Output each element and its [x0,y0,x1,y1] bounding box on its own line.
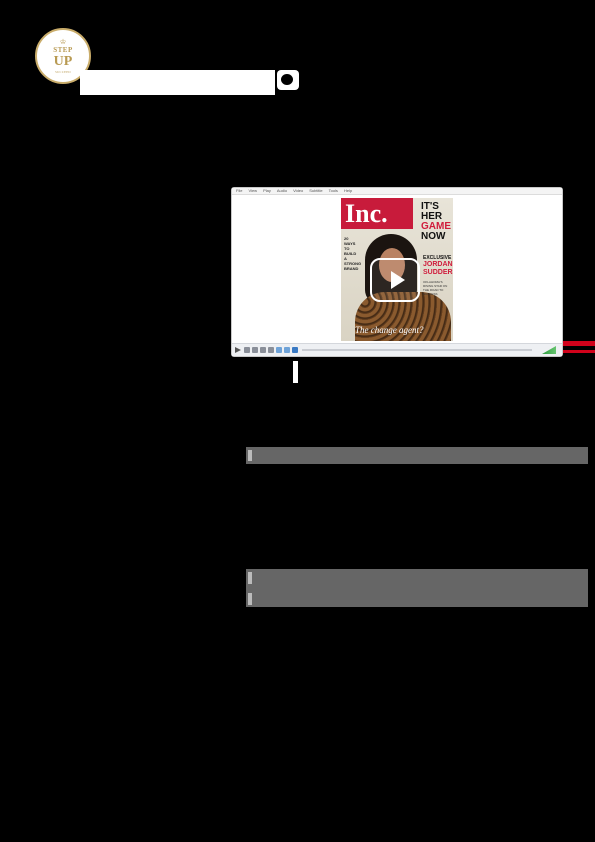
header-mark-icon [277,70,299,90]
caption-marker [293,361,298,383]
grey-bar-first-glyph [248,450,252,461]
cover-name: JORDAN SUDDERS [423,261,453,276]
menu-view[interactable]: View [248,189,257,193]
previous-icon[interactable] [244,347,250,353]
cover-tagline: The change agent? [355,325,424,335]
menu-play[interactable]: Play [263,189,271,193]
cover-left-column: 20 WAYS TO BUILD A STRONG BRAND [344,236,362,271]
shuffle-icon[interactable] [292,347,298,353]
stop-icon[interactable] [252,347,258,353]
red-accent-strip [563,341,595,346]
cover-headline-line4: NOW [421,231,446,242]
player-controls [232,343,562,356]
crown-icon: ♔ [59,37,67,46]
fullscreen-icon[interactable] [268,347,274,353]
volume-slider[interactable] [542,346,556,354]
header-strip [80,70,275,95]
logo-line-succeed: SUCCEED [55,69,71,74]
page: ♔ STEP UP SUCCEED File View Play Audio V… [0,0,595,842]
playlist-icon[interactable] [276,347,282,353]
next-icon[interactable] [260,347,266,353]
player-menubar: File View Play Audio Video Subtitle Tool… [232,188,562,195]
video-player[interactable]: File View Play Audio Video Subtitle Tool… [231,187,563,357]
cover-masthead: Inc. [341,198,413,229]
grey-bar-first [246,447,588,464]
menu-video[interactable]: Video [293,189,303,193]
grey-bar-second-glyph-bottom [248,593,252,605]
red-accent-strip-secondary [563,350,595,353]
menu-file[interactable]: File [236,189,242,193]
cover-headline: IT'S HER GAME NOW [421,202,453,242]
logo-line-up: UP [53,53,73,69]
logo-line-step: STEP [53,45,73,54]
loop-icon[interactable] [284,347,290,353]
progress-bar[interactable] [302,349,532,351]
menu-subtitle[interactable]: Subtitle [309,189,322,193]
grey-bar-second [246,569,588,607]
cover-small-text: OKLAHOMA'S RISING STAR ON THE ROAD TO SU… [423,280,448,296]
menu-help[interactable]: Help [344,189,352,193]
player-stage[interactable]: Inc. IT'S HER GAME NOW EXCLUSIVE JORDAN … [232,196,562,344]
menu-audio[interactable]: Audio [277,189,287,193]
play-icon[interactable] [370,258,420,302]
play-pause-icon[interactable] [235,347,241,353]
menu-tools[interactable]: Tools [329,189,338,193]
grey-bar-second-glyph-top [248,572,252,584]
